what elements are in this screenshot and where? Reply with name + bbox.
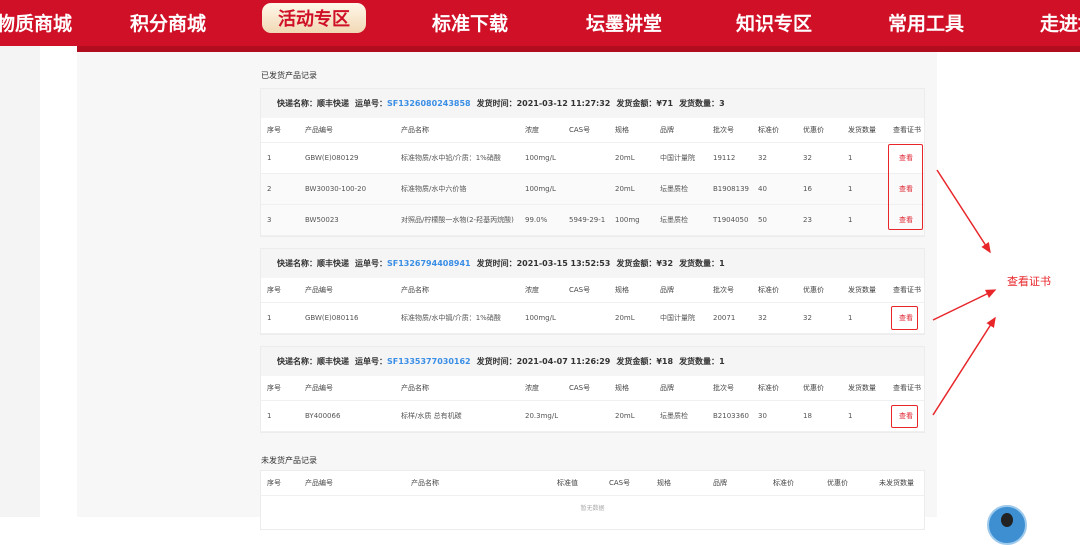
customer-service-avatar[interactable]	[987, 505, 1027, 545]
arrow	[932, 289, 997, 321]
arrow	[936, 169, 991, 254]
arrow	[932, 316, 996, 416]
annotation-label: 查看证书	[1007, 275, 1051, 288]
annotation-arrows	[932, 169, 997, 416]
